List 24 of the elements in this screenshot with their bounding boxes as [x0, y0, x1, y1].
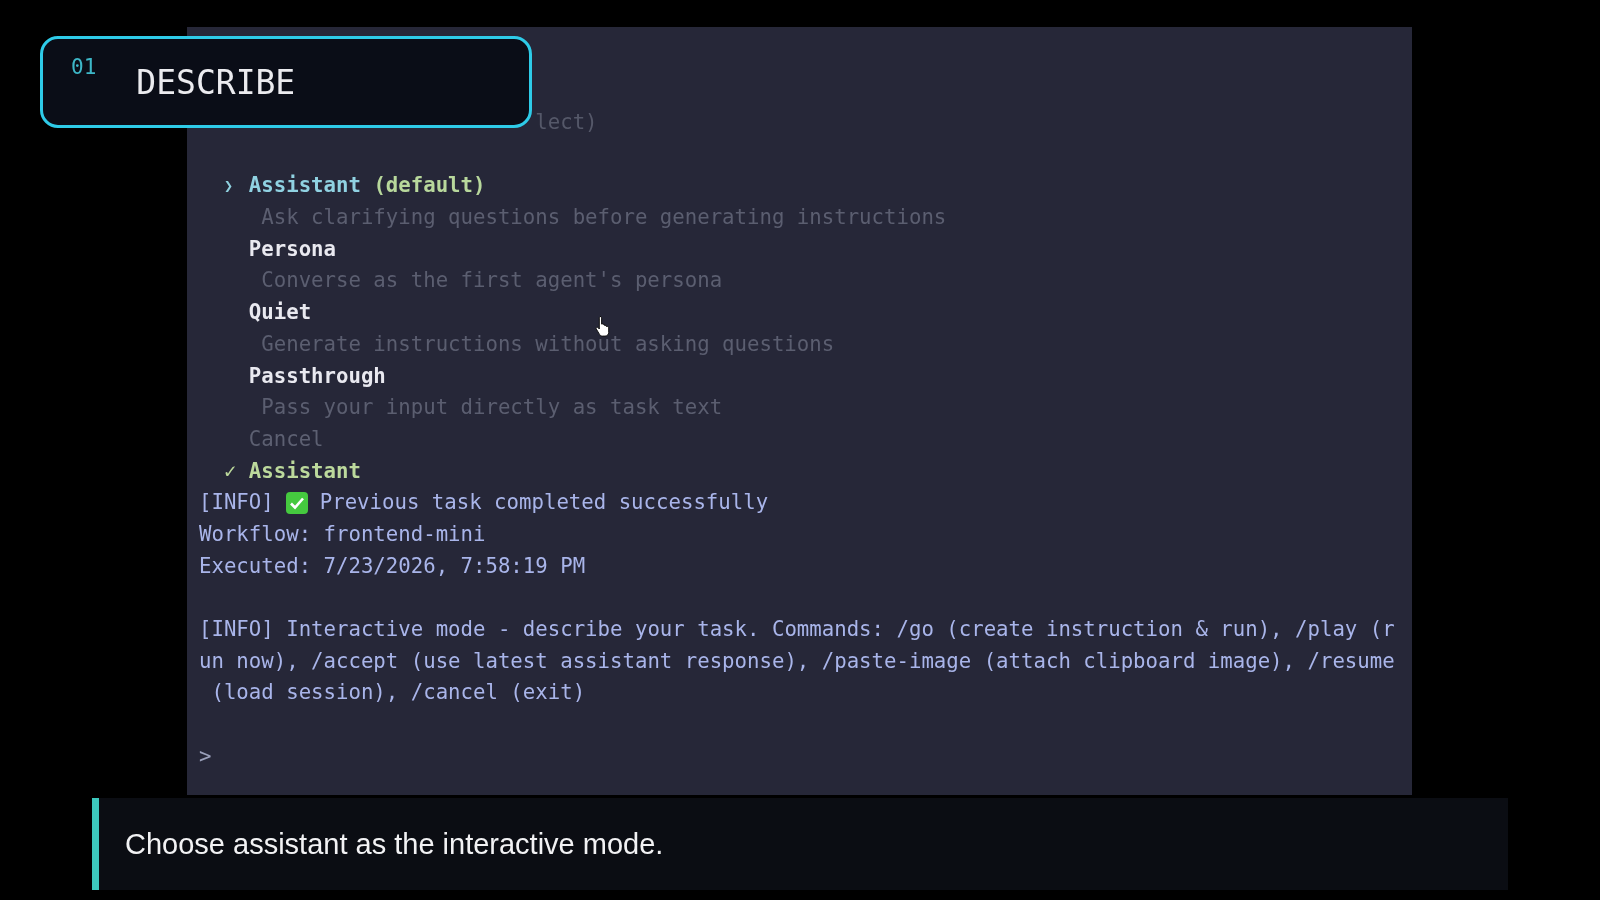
log-line: Workflow: frontend-mini — [199, 520, 486, 548]
chosen-mode: Assistant — [248, 457, 361, 485]
menu-option[interactable]: Quiet — [248, 297, 312, 329]
info-message-line: [INFO] Interactive mode - describe your task. Commands: /go (create instruction & run), /play (r — [199, 616, 1395, 643]
prompt-glyph: > — [199, 742, 212, 770]
menu-option[interactable]: Assistant (default) — [248, 170, 486, 203]
step-title: DESCRIBE — [136, 62, 296, 102]
menu-option[interactable]: Passthrough — [248, 360, 386, 393]
check-glyph: ✓ — [223, 458, 237, 483]
step-number: 01 — [71, 55, 97, 79]
check-icon — [285, 492, 308, 515]
option-description: Pass your input directly as task text — [261, 394, 723, 422]
caption-text: Choose assistant as the interactive mode. — [125, 827, 664, 861]
log-line: Executed: 7/23/2026, 7:58:19 PM — [199, 552, 586, 580]
info-message-line: (load session), /cancel (exit) — [210, 679, 586, 707]
option-description: Generate instructions without asking questions — [261, 330, 835, 358]
option-description: Converse as the first agent's persona — [261, 267, 723, 295]
log-prefix: [INFO] — [199, 489, 274, 517]
hand-cursor-icon — [595, 315, 611, 337]
info-message-line: un now), /accept (use latest assistant response), /paste-image (attach clipboard image), /resume — [199, 647, 1395, 675]
menu-option[interactable]: Persona — [248, 233, 336, 266]
pointer-glyph: ❯ — [223, 177, 233, 196]
status-message: Previous task completed successfully — [319, 489, 769, 517]
option-description: Ask clarifying questions before generating instructions — [261, 204, 947, 232]
